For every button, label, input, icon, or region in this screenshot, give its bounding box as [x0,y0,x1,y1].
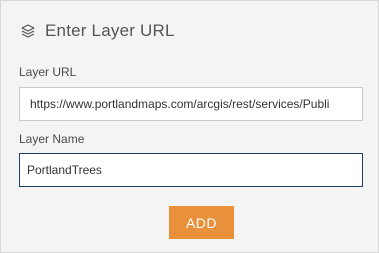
enter-layer-url-panel: Enter Layer URL Layer URL Layer Name ADD [0,0,379,253]
panel-title: Enter Layer URL [45,21,175,40]
layers-icon [19,22,37,40]
panel-header: Enter Layer URL [19,19,175,43]
layer-name-input[interactable] [19,153,363,187]
layer-url-input[interactable] [19,87,363,121]
add-button[interactable]: ADD [169,206,234,239]
layer-url-label: Layer URL [19,65,77,79]
layer-name-label: Layer Name [19,132,85,146]
